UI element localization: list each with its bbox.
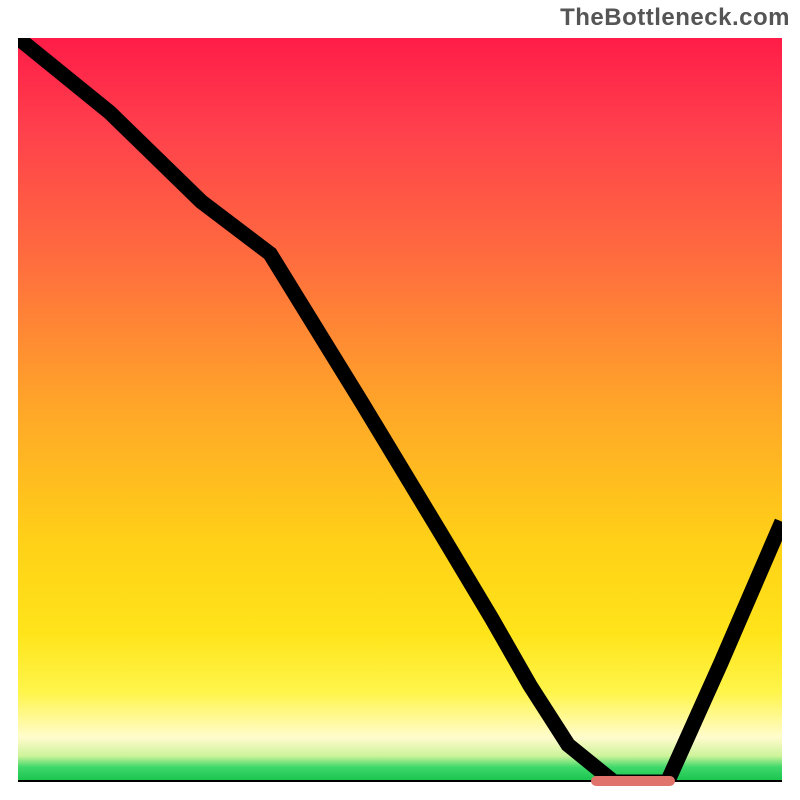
plot-area — [18, 38, 782, 782]
chart-container: TheBottleneck.com — [0, 0, 800, 800]
optimum-range-marker — [591, 776, 675, 786]
watermark-text: TheBottleneck.com — [560, 4, 790, 32]
bottleneck-curve — [18, 38, 782, 782]
